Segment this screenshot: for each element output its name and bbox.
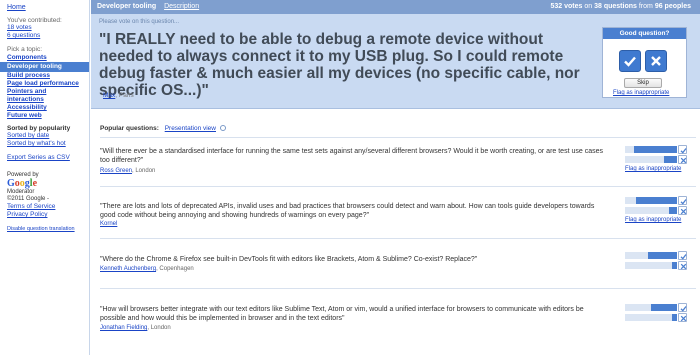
cross-icon [651, 56, 661, 66]
cross-icon [680, 263, 687, 270]
featured-question-text: "I REALLY need to be able to debug a rem… [99, 31, 580, 99]
vote-bars [625, 303, 687, 323]
downvote-bar [625, 156, 677, 163]
my-votes-link[interactable]: 18 votes [7, 24, 82, 32]
topic-developer-tooling[interactable]: Developer tooling [0, 62, 89, 72]
vote-up-button[interactable] [678, 251, 687, 260]
vote-down-button[interactable] [678, 155, 687, 164]
flag-inappropriate-link[interactable]: Flag as inappropriate [613, 90, 669, 96]
sort-by-hot-link[interactable]: Sorted by what's hot [7, 140, 82, 148]
topic-build-process[interactable]: Build process [0, 72, 89, 80]
google-moderator-badge: Powered by Google Moderator ©2011 Google… [7, 172, 82, 219]
vote-down-button[interactable] [678, 206, 687, 215]
info-icon [219, 125, 226, 131]
home-link[interactable]: Home [0, 3, 89, 11]
featured-question-panel: Please vote on this question... "I REALL… [91, 14, 700, 109]
downvote-bar [625, 207, 677, 214]
topic-components[interactable]: Components [0, 54, 89, 62]
topic-pointers-interactions[interactable]: Pointers and interactions [0, 88, 89, 104]
vote-up-button[interactable] [678, 196, 687, 205]
cross-icon [680, 315, 687, 322]
export-csv-link[interactable]: Export Series as CSV [7, 154, 82, 162]
presentation-view-link[interactable]: Presentation view [165, 125, 216, 132]
vote-bars [625, 251, 687, 271]
google-logo: Google [7, 178, 38, 189]
question-text: "Will there ever be a standardised inter… [100, 148, 603, 164]
topic-header-bar: Developer tooling Description 532 votes … [91, 0, 700, 14]
vote-bars: Flag as inappropriate [625, 196, 687, 223]
topic-stats: 532 votes on 38 questions from 96 people… [550, 3, 691, 10]
question-author: Ross Green, London [100, 168, 156, 174]
upvote-bar [625, 197, 677, 204]
checkmark-icon [624, 56, 636, 67]
moderator-label: Moderator [7, 189, 35, 195]
vote-prompt: Please vote on this question... [99, 19, 180, 25]
downvote-bar [625, 262, 677, 269]
vote-no-button[interactable] [645, 50, 667, 72]
good-question-title: Good question? [603, 28, 686, 39]
skip-button[interactable]: Skip [624, 78, 662, 88]
my-questions-link[interactable]: 6 questions [7, 32, 82, 40]
checkmark-icon [680, 254, 687, 260]
cross-icon [680, 208, 687, 215]
terms-link[interactable]: Terms of Service [7, 203, 82, 211]
question-text: "How will browsers better integrate with… [100, 306, 584, 322]
description-link[interactable]: Description [164, 3, 199, 10]
vote-down-button[interactable] [678, 261, 687, 270]
question-author: Kornel [100, 221, 118, 227]
flag-inappropriate-link[interactable]: Flag as inappropriate [625, 217, 687, 223]
pick-topic-label: Pick a topic: [7, 46, 43, 53]
author-link[interactable]: Max [103, 92, 115, 99]
upvote-bar [625, 252, 677, 259]
topic-page-load-performance[interactable]: Page load performance [0, 80, 89, 88]
sidebar: Home You've contributed: 18 votes 6 ques… [0, 0, 90, 355]
popular-questions-section: Popular questions: Presentation view "Wi… [91, 110, 700, 355]
checkmark-icon [680, 306, 687, 312]
question-text: "There are lots and lots of deprecated A… [100, 203, 595, 219]
question-text: "Where do the Chrome & Firefox see built… [100, 256, 478, 263]
checkmark-icon [680, 199, 687, 205]
questions-count: 38 questions [594, 3, 637, 10]
upvote-bar [625, 146, 677, 153]
flag-inappropriate-link[interactable]: Flag as inappropriate [625, 166, 687, 172]
topic-title: Developer tooling [97, 3, 157, 10]
divider [100, 288, 696, 289]
checkmark-icon [680, 148, 687, 154]
votes-count: 532 votes [550, 3, 583, 10]
sort-by-date-link[interactable]: Sorted by date [7, 132, 82, 140]
copyright-text: ©2011 Google - [7, 196, 50, 202]
divider [100, 186, 696, 187]
cross-icon [680, 157, 687, 164]
vote-down-button[interactable] [678, 313, 687, 322]
topic-list: Components Developer tooling Build proce… [0, 54, 89, 120]
featured-question-author: Max, Paris [103, 92, 134, 99]
upvote-bar [625, 304, 677, 311]
vote-up-button[interactable] [678, 145, 687, 154]
disable-translation-link[interactable]: Disable question translation [7, 225, 82, 233]
people-count: 96 peoples [654, 3, 691, 10]
good-question-box: Good question? Skip Flag as inappropriat… [602, 27, 687, 98]
popular-questions-heading: Popular questions: Presentation view [100, 125, 226, 132]
privacy-link[interactable]: Privacy Policy [7, 211, 82, 219]
sort-current-label: Sorted by popularity [7, 125, 71, 132]
vote-up-button[interactable] [678, 303, 687, 312]
vote-bars: Flag as inappropriate [625, 145, 687, 172]
topic-future-web[interactable]: Future web [0, 112, 89, 120]
question-author: Jonathan Fielding, London [100, 325, 171, 331]
divider [100, 137, 696, 138]
vote-yes-button[interactable] [619, 50, 641, 72]
divider [100, 238, 696, 239]
downvote-bar [625, 314, 677, 321]
question-author: Kenneth Auchenberg, Copenhagen [100, 266, 194, 272]
contributed-label: You've contributed: [7, 17, 62, 24]
topic-accessibility[interactable]: Accessibility [0, 104, 89, 112]
